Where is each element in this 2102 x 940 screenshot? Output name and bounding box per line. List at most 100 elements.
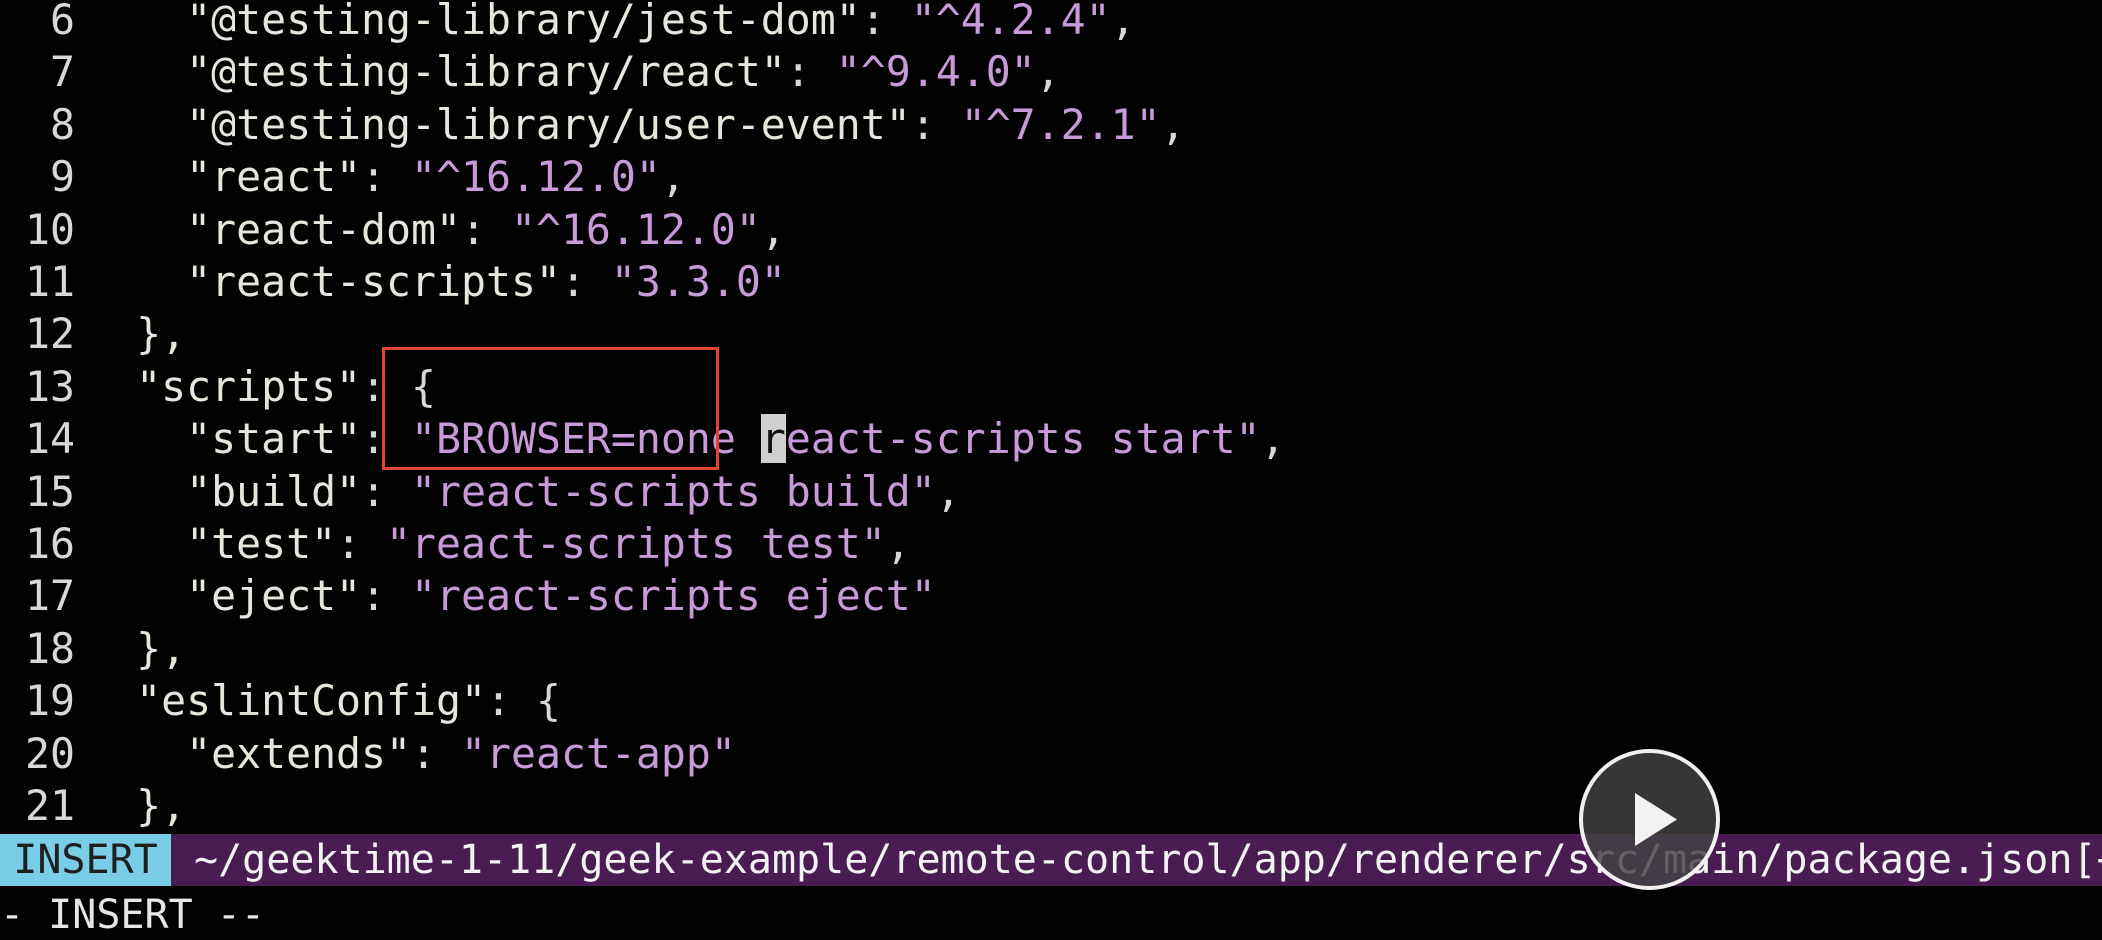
line-number: 8	[49, 99, 75, 149]
json-key: "eslintConfig"	[136, 676, 486, 726]
code-line[interactable]: 21 },	[0, 780, 186, 832]
line-number: 20	[24, 728, 75, 778]
json-key: "@testing-library/jest-dom"	[186, 0, 861, 44]
json-key: "eject"	[186, 571, 362, 621]
line-code: "test": "react-scripts test",	[75, 519, 911, 568]
json-punctuation: {	[535, 676, 561, 726]
line-number: 21	[24, 781, 75, 830]
line-code: },	[75, 624, 186, 673]
json-punctuation: ,	[1035, 47, 1061, 97]
json-key: "scripts"	[136, 361, 362, 411]
json-value: "react-scripts eject"	[411, 571, 936, 621]
json-separator: :	[485, 676, 536, 726]
json-punctuation: ,	[1160, 99, 1186, 149]
code-line[interactable]: 19 "eslintConfig": {	[0, 675, 561, 727]
line-code: "react-scripts": "3.3.0"	[75, 257, 786, 306]
line-code: },	[75, 781, 186, 830]
line-code: "eject": "react-scripts eject"	[75, 571, 936, 620]
json-separator: :	[361, 152, 412, 202]
mode-indicator: INSERT	[0, 834, 171, 886]
play-button[interactable]	[1579, 749, 1720, 890]
line-code: "eslintConfig": {	[75, 676, 561, 725]
line-code: "react-dom": "^16.12.0",	[75, 205, 786, 254]
code-line[interactable]: 6 "@testing-library/jest-dom": "^4.2.4",	[0, 0, 1136, 46]
json-punctuation: ,	[935, 466, 961, 516]
line-code: "build": "react-scripts build",	[75, 467, 961, 516]
json-key: "test"	[186, 519, 337, 568]
json-value-rest: eact-scripts start"	[785, 414, 1261, 464]
line-code: "react": "^16.12.0",	[75, 152, 686, 201]
json-value: "^16.12.0"	[411, 152, 661, 202]
json-key: "react-dom"	[186, 204, 461, 254]
code-line[interactable]: 13 "scripts": {	[0, 361, 436, 413]
json-separator: :	[336, 519, 387, 568]
vim-status-bar: INSERT ~/geektime-1-11/geek-example/remo…	[0, 834, 2102, 886]
code-line[interactable]: 8 "@testing-library/user-event": "^7.2.1…	[0, 99, 1186, 151]
json-value: "^4.2.4"	[910, 0, 1111, 44]
code-line[interactable]: 9 "react": "^16.12.0",	[0, 151, 686, 203]
code-line[interactable]: 16 "test": "react-scripts test",	[0, 518, 911, 570]
json-separator: :	[361, 571, 412, 621]
line-number: 6	[49, 0, 75, 44]
json-punctuation: ,	[1110, 0, 1136, 44]
line-code: "@testing-library/user-event": "^7.2.1",	[75, 99, 1186, 149]
json-punctuation: ,	[1260, 414, 1286, 464]
line-code: "extends": "react-app"	[75, 729, 736, 778]
code-line[interactable]: 15 "build": "react-scripts build",	[0, 466, 961, 518]
code-line[interactable]: 10 "react-dom": "^16.12.0",	[0, 204, 786, 256]
text-cursor: r	[760, 414, 786, 464]
json-key: "start"	[186, 414, 362, 464]
json-value: "react-scripts test"	[386, 519, 886, 568]
line-number: 15	[24, 466, 75, 516]
code-line[interactable]: 17 "eject": "react-scripts eject"	[0, 570, 936, 622]
json-key: "extends"	[186, 728, 412, 778]
json-key: "@testing-library/react"	[186, 47, 786, 97]
json-value: "3.3.0"	[610, 257, 786, 306]
line-number: 19	[24, 676, 75, 726]
line-number: 14	[24, 414, 75, 464]
code-line[interactable]: 18 },	[0, 623, 186, 675]
json-key: "react-scripts"	[186, 257, 561, 306]
json-separator: :	[860, 0, 911, 44]
line-number: 18	[24, 623, 75, 673]
json-value: "^9.4.0"	[835, 47, 1036, 97]
json-value: "^7.2.1"	[960, 99, 1161, 149]
line-number: 11	[24, 257, 75, 306]
json-punctuation: ,	[885, 519, 911, 568]
json-value: "^16.12.0"	[510, 204, 761, 254]
line-code: "@testing-library/jest-dom": "^4.2.4",	[75, 0, 1136, 44]
code-line[interactable]: 20 "extends": "react-app"	[0, 728, 736, 780]
json-key: },	[136, 781, 187, 830]
file-path: ~/geektime-1-11/geek-example/remote-cont…	[194, 837, 2102, 883]
json-key: "react"	[186, 152, 362, 202]
json-key: },	[136, 309, 187, 359]
code-line[interactable]: 7 "@testing-library/react": "^9.4.0",	[0, 46, 1061, 98]
line-number: 13	[24, 361, 75, 411]
json-separator: :	[361, 466, 412, 516]
json-key: "@testing-library/user-event"	[186, 99, 911, 149]
json-punctuation: ,	[660, 152, 686, 202]
json-value: "react-app"	[461, 728, 736, 778]
json-key: },	[136, 623, 187, 673]
line-number: 16	[24, 519, 75, 568]
json-separator: :	[460, 204, 511, 254]
code-line[interactable]: 12 },	[0, 308, 186, 360]
highlight-annotation-box	[382, 347, 719, 470]
json-separator: :	[560, 257, 611, 306]
json-value: "react-scripts build"	[411, 466, 936, 516]
code-line[interactable]: 11 "react-scripts": "3.3.0"	[0, 256, 786, 308]
terminal-screen: 6 "@testing-library/jest-dom": "^4.2.4",…	[0, 0, 2102, 940]
